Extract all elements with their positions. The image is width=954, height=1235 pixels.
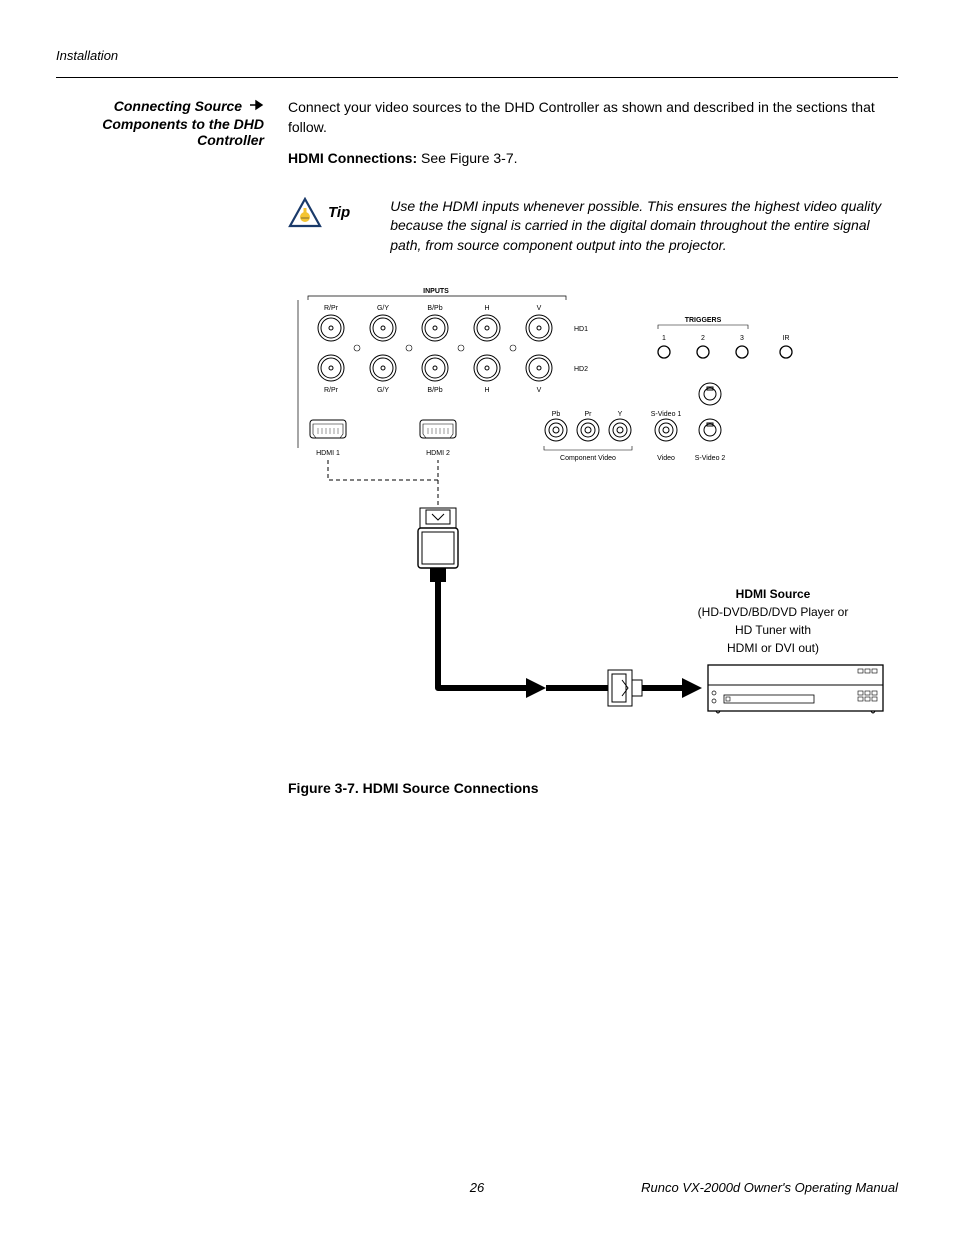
svg-text:G/Y: G/Y [377,387,389,394]
sidebar: Connecting Source Components to the DHD … [56,98,264,799]
figure-caption: Figure 3-7. HDMI Source Connections [288,779,898,799]
svg-text:B/Pb: B/Pb [427,387,442,394]
svg-text:1: 1 [662,335,666,342]
footer: 26 Runco VX-2000d Owner's Operating Manu… [56,1180,898,1195]
svg-text:H: H [484,387,489,394]
tip-text: Use the HDMI inputs whenever possible. T… [390,197,898,256]
svg-text:B/Pb: B/Pb [427,305,442,312]
hdmi-diagram: INPUTS R/Pr G/Y B/Pb H V [288,280,888,750]
hdmi-ports: HDMI 1 HDMI 2 [310,420,456,457]
svg-text:Y: Y [618,411,623,418]
svg-text:HD1: HD1 [574,326,588,333]
svg-text:Pb: Pb [552,411,561,418]
running-header: Installation [56,48,898,63]
svg-text:G/Y: G/Y [377,305,389,312]
svg-text:HDMI 2: HDMI 2 [426,450,450,457]
svg-text:Pr: Pr [585,411,593,418]
triggers-block: TRIGGERS 1 2 3 IR [658,317,792,358]
component-row: Pb Pr Y S-Video 1 [544,383,725,462]
svg-text:2: 2 [701,335,705,342]
warning-triangle-icon [288,197,322,229]
page-number: 26 [470,1180,484,1195]
hdmi-connections-label: HDMI Connections: [288,150,417,166]
sidebar-title-line2: Components to the DHD [102,116,264,132]
svg-text:Video: Video [657,455,675,462]
svg-text:(HD-DVD/BD/DVD Player or: (HD-DVD/BD/DVD Player or [698,605,849,619]
intro-paragraph: Connect your video sources to the DHD Co… [288,98,898,137]
source-device-icon [708,665,883,713]
arrow-right-icon [250,98,264,116]
svg-text:HD2: HD2 [574,366,588,373]
svg-text:R/Pr: R/Pr [324,305,339,312]
hdmi-source-label: HDMI Source (HD-DVD/BD/DVD Player or HD … [698,587,849,655]
svg-text:R/Pr: R/Pr [324,387,339,394]
inputs-label: INPUTS [423,288,449,295]
figure-3-7: INPUTS R/Pr G/Y B/Pb H V [288,280,898,756]
header-rule [56,77,898,78]
svg-text:Component Video: Component Video [560,455,616,462]
cable-path [438,582,702,706]
svg-text:HDMI or DVI out): HDMI or DVI out) [727,641,819,655]
hdmi-connections-text: See Figure 3-7. [417,150,517,166]
tip-row: Tip Use the HDMI inputs whenever possibl… [288,197,898,256]
svg-text:HD Tuner with: HD Tuner with [735,623,811,637]
hd-port-rows: R/Pr G/Y B/Pb H V HD1 [318,305,588,394]
tip-label: Tip [328,202,350,223]
main-content: Connect your video sources to the DHD Co… [288,98,898,799]
sidebar-title-line3: Controller [197,132,264,148]
svg-text:H: H [484,305,489,312]
manual-title: Runco VX-2000d Owner's Operating Manual [641,1180,898,1195]
svg-text:TRIGGERS: TRIGGERS [685,317,722,324]
svg-text:V: V [537,305,542,312]
svg-text:HDMI Source: HDMI Source [736,587,811,601]
tip-icon-block: Tip [288,197,350,229]
hdmi-plug-icon [418,508,458,582]
sidebar-title-line1: Connecting Source [114,98,242,114]
svg-text:HDMI 1: HDMI 1 [316,450,340,457]
svg-text:V: V [537,387,542,394]
svg-text:3: 3 [740,335,744,342]
svg-text:S-Video 1: S-Video 1 [651,411,682,418]
svg-text:S-Video 2: S-Video 2 [695,455,726,462]
svg-text:IR: IR [783,335,790,342]
